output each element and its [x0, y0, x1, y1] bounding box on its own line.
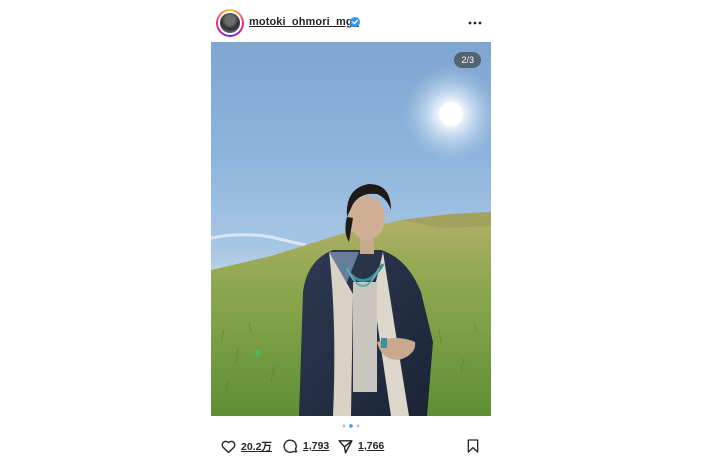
comment-count[interactable]: 1,793 [303, 440, 329, 452]
image-counter-badge: 2/3 [454, 52, 481, 68]
post-header: motoki_ohmori_mga [211, 8, 491, 38]
carousel-indicator [342, 424, 360, 428]
photo-scene [211, 66, 491, 416]
comment-bubble-icon[interactable] [282, 438, 299, 455]
verified-badge-icon [350, 17, 360, 27]
send-icon[interactable] [337, 438, 354, 455]
post-photo[interactable]: 2/3 [211, 42, 491, 416]
more-options-icon[interactable] [467, 15, 483, 31]
carousel-dot [356, 424, 360, 428]
like-count[interactable]: 20.2万 [241, 439, 272, 454]
share-action[interactable]: 1,766 [337, 437, 384, 455]
username-link[interactable]: motoki_ohmori_mga [249, 16, 359, 28]
post-actions: 20.2万 1,793 1,766 [211, 437, 491, 455]
profile-picture [220, 13, 240, 33]
carousel-dot [342, 424, 346, 428]
share-count[interactable]: 1,766 [358, 440, 384, 452]
bookmark-icon[interactable] [465, 438, 481, 454]
instagram-post: motoki_ohmori_mga 2/3 20.2万 1,793 1,766 [211, 0, 491, 456]
like-action[interactable]: 20.2万 [220, 437, 272, 455]
avatar[interactable] [216, 9, 244, 37]
carousel-dot-active [349, 424, 353, 428]
heart-icon[interactable] [220, 438, 237, 455]
comment-action[interactable]: 1,793 [282, 437, 329, 455]
